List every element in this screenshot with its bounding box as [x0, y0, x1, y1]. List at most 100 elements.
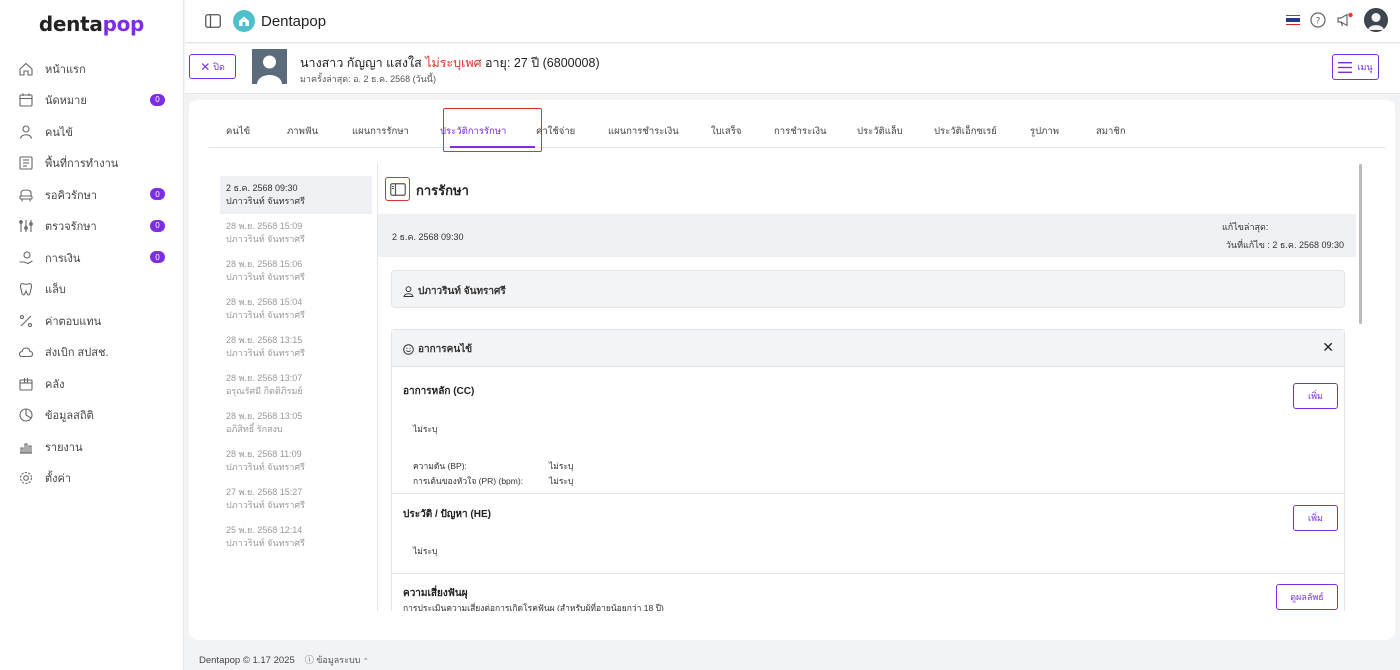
sidebar-item-label: ส่งเบิก สปสช.: [45, 347, 109, 360]
visit-list-item[interactable]: 28 พ.ย. 2568 13:15 ปภาวรินท์ จันทราศรี: [220, 328, 372, 366]
system-info-label: ข้อมูลระบบ: [316, 655, 361, 665]
tab-payment-plan[interactable]: แผนการชำระเงิน: [608, 124, 679, 139]
scrollbar[interactable]: [1359, 164, 1362, 324]
sidebar-item-11[interactable]: ข้อมูลสถิติ: [0, 400, 183, 432]
sidebar-item-label: คลัง: [45, 378, 65, 391]
close-section-icon[interactable]: ✕: [1322, 339, 1334, 356]
sidebar-item-badge: 0: [150, 251, 165, 263]
tab-lab-history[interactable]: ประวัติแล็บ: [857, 124, 903, 139]
view-result-button[interactable]: ดูผลลัพธ์: [1276, 584, 1338, 610]
visit-doctor: ปภาวรินท์ จันทราศรี: [226, 538, 305, 548]
panel-toggle-icon[interactable]: [385, 177, 410, 201]
close-button[interactable]: ✕ ปิด: [189, 54, 236, 79]
visit-list-item[interactable]: 28 พ.ย. 2568 11:09 ปภาวรินท์ จันทราศรี: [220, 442, 372, 480]
visit-doctor: ปภาวรินท์ จันทราศรี: [226, 500, 305, 510]
sidebar-nav: หน้าแรก นัดหมาย 0 คนไข้ พื้นที่การทำงาน รอคิว…: [0, 53, 183, 494]
sidebar-item-label: คนไข้: [45, 126, 73, 139]
pr-label: การเต้นของหัวใจ (PR) (bpm):: [413, 476, 524, 486]
sidebar-item-label: ข้อมูลสถิติ: [45, 410, 94, 423]
tab-patient[interactable]: คนไข้: [226, 124, 250, 139]
thai-flag-icon[interactable]: [1286, 14, 1300, 26]
sidebar-item-2[interactable]: คนไข้: [0, 116, 183, 148]
sidebar-item-0[interactable]: หน้าแรก: [0, 53, 183, 85]
box-icon: [18, 376, 34, 392]
calendar-icon: [18, 92, 34, 108]
sidebar-item-badge: 0: [150, 219, 165, 232]
visit-doctor: ปภาวรินท์ จันทราศรี: [226, 310, 305, 320]
he-value: ไม่ระบุ: [413, 546, 438, 556]
patient-age-label: อายุ:: [485, 56, 511, 70]
sidebar-item-10[interactable]: คลัง: [0, 368, 183, 400]
symptoms-header: อาการคนไข้ ✕: [392, 330, 1344, 367]
user-avatar[interactable]: [1364, 8, 1388, 32]
caries-risk-title: ความเสี่ยงฟันผุ: [403, 588, 468, 599]
doctor-user-icon: [403, 286, 414, 297]
sidebar-item-badge: 0: [150, 188, 165, 200]
help-icon[interactable]: ?: [1310, 12, 1326, 28]
sidebar-item-9[interactable]: ส่งเบิก สปสช.: [0, 337, 183, 369]
visit-list-item[interactable]: 28 พ.ย. 2568 13:07 อรุณรัศมี กิตติภิรมย์: [220, 366, 372, 404]
sidebar-item-label: แล็บ: [45, 284, 66, 297]
bp-value: ไม่ระบุ: [549, 461, 574, 471]
visit-date: 25 พ.ย. 2568 12:14: [226, 525, 303, 535]
tab-treatment-plan[interactable]: แผนการรักษา: [352, 124, 409, 139]
sidebar-item-1[interactable]: นัดหมาย 0: [0, 85, 183, 117]
sidebar-item-4[interactable]: รอคิวรักษา 0: [0, 179, 183, 211]
sidebar-item-12[interactable]: รายงาน: [0, 431, 183, 463]
sidebar-item-13[interactable]: ตั้งค่า: [0, 463, 183, 495]
visit-list-item[interactable]: 2 ธ.ค. 2568 09:30 ปภาวรินท์ จันทราศรี: [220, 176, 372, 214]
tab-receipts[interactable]: ใบเสร็จ: [711, 124, 741, 139]
sidebar-item-6[interactable]: การเงิน 0: [0, 242, 183, 274]
brand: Dentapop: [233, 10, 326, 32]
sidebar-item-7[interactable]: แล็บ: [0, 274, 183, 306]
patient-age: 27 ปี: [513, 56, 540, 70]
visit-info-bar: 2 ธ.ค. 2568 09:30 แก้ไขล่าสุด: วันที่แก้…: [378, 214, 1356, 257]
visit-date: 28 พ.ย. 2568 11:09: [226, 449, 302, 459]
visit-list-item[interactable]: 28 พ.ย. 2568 13:05 อภิสิทธิ์ รักสงบ: [220, 404, 372, 442]
sidebar-item-label: นัดหมาย: [45, 95, 87, 108]
tab-bar: คนไข้ ภาพฟัน แผนการรักษา ประวัติการรักษา…: [209, 108, 1385, 152]
visit-date: 2 ธ.ค. 2568 09:30: [392, 232, 464, 242]
sidebar-item-label: หน้าแรก: [45, 63, 86, 76]
chevron-up-icon: ⌃: [362, 658, 369, 665]
visit-list-item[interactable]: 25 พ.ย. 2568 12:14 ปภาวรินท์ จันทราศรี: [220, 518, 372, 556]
visit-list-item[interactable]: 28 พ.ย. 2568 15:04 ปภาวรินท์ จันทราศรี: [220, 290, 372, 328]
sidebar-item-3[interactable]: พื้นที่การทำงาน: [0, 148, 183, 180]
pr-value: ไม่ระบุ: [549, 476, 574, 486]
percent-icon: [18, 313, 34, 329]
sidebar-item-label: รอคิวรักษา: [45, 189, 98, 202]
visit-list-item[interactable]: 27 พ.ย. 2568 15:27 ปภาวรินท์ จันทราศรี: [220, 480, 372, 518]
menu-button-label: เมนู: [1357, 62, 1373, 72]
tab-dental-chart[interactable]: ภาพฟัน: [287, 124, 318, 139]
sidebar-item-5[interactable]: ตรวจรักษา 0: [0, 211, 183, 243]
info-icon: ⓘ: [304, 655, 314, 665]
patient-sex: ไม่ระบุเพศ: [425, 56, 482, 70]
tab-treatment-history[interactable]: ประวัติการรักษา: [440, 124, 506, 139]
chair-icon: [18, 187, 34, 203]
visit-list-item[interactable]: 28 พ.ย. 2568 15:06 ปภาวรินท์ จันทราศรี: [220, 252, 372, 290]
sidebar-item-label: ค่าตอบแทน: [45, 315, 102, 328]
sidebar-item-badge: 0: [150, 93, 165, 106]
add-he-button[interactable]: เพิ่ม: [1293, 505, 1338, 531]
visit-date: 28 พ.ย. 2568 13:05: [226, 411, 303, 421]
sidebar: denta pop หน้าแรกนัดหมาย 0 คนไข้พื้นที่การท…: [0, 0, 184, 670]
system-info-link[interactable]: ⓘ ข้อมูลระบบ ⌃: [305, 653, 369, 667]
tab-expenses[interactable]: ค่าใช้จ่าย: [536, 124, 575, 139]
tab-members[interactable]: สมาชิก: [1096, 124, 1126, 139]
visit-list-item[interactable]: 28 พ.ย. 2568 15:09 ปภาวรินท์ จันทราศรี: [220, 214, 372, 252]
visit-doctor: อรุณรัศมี กิตติภิรมย์: [226, 386, 303, 396]
menu-button[interactable]: เมนู: [1332, 54, 1379, 80]
tab-images[interactable]: รูปภาพ: [1030, 124, 1059, 139]
sidebar-toggle-icon[interactable]: [205, 14, 221, 28]
tab-xray-history[interactable]: ประวัติเอ็กซเรย์: [934, 124, 997, 139]
visit-doctor: ปภาวรินท์ จันทราศรี: [226, 462, 305, 472]
last-edit-label: แก้ไขล่าสุด:: [1222, 222, 1269, 232]
caries-risk-subtitle: การประเมินความเสี่ยงต่อการเกิดโรคฟันผุ (…: [403, 603, 664, 611]
announcement-icon[interactable]: [1336, 12, 1354, 28]
logo[interactable]: denta pop: [0, 0, 183, 48]
smile-icon: [403, 344, 414, 355]
sidebar-item-8[interactable]: ค่าตอบแทน: [0, 305, 183, 337]
treatment-detail: การรักษา 2 ธ.ค. 2568 09:30 แก้ไขล่าสุด: …: [378, 163, 1356, 611]
add-cc-button[interactable]: เพิ่ม: [1293, 383, 1338, 409]
tab-payments[interactable]: การชำระเงิน: [774, 124, 827, 139]
